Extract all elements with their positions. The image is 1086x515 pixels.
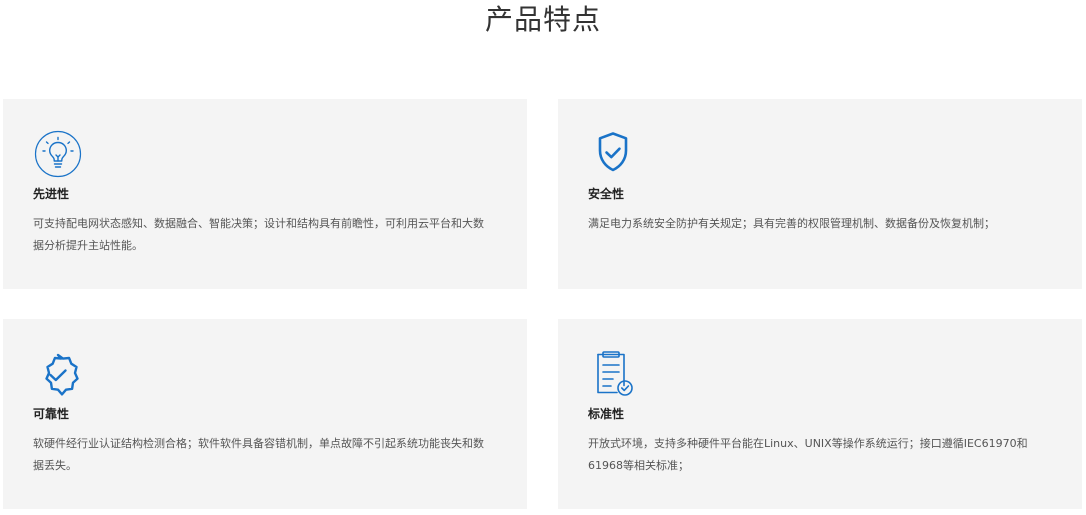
clipboard-check-icon	[588, 349, 638, 399]
shield-check-icon	[588, 129, 638, 179]
page-title: 产品特点	[484, 3, 601, 36]
feature-description: 开放式环境，支持多种硬件平台能在Linux、UNIX等操作系统运行；接口遵循IE…	[588, 437, 1028, 472]
feature-title: 先进性	[33, 187, 70, 201]
feature-description: 软硬件经行业认证结构检测合格；软件软件具备容错机制，单点故障不引起系统功能丧失和…	[33, 437, 484, 472]
feature-card-reliability: 可靠性 软硬件经行业认证结构检测合格；软件软件具备容错机制，单点故障不引起系统功…	[3, 319, 527, 509]
badge-check-icon	[33, 349, 83, 399]
feature-title: 标准性	[588, 407, 625, 421]
feature-title: 安全性	[588, 187, 625, 201]
feature-card-advanced: 先进性 可支持配电网状态感知、数据融合、智能决策；设计和结构具有前瞻性，可利用云…	[3, 99, 527, 289]
feature-card-security: 安全性 满足电力系统安全防护有关规定；具有完善的权限管理机制、数据备份及恢复机制…	[558, 99, 1082, 289]
feature-description: 满足电力系统安全防护有关规定；具有完善的权限管理机制、数据备份及恢复机制；	[588, 217, 995, 230]
feature-card-standard: 标准性 开放式环境，支持多种硬件平台能在Linux、UNIX等操作系统运行；接口…	[558, 319, 1082, 509]
feature-title: 可靠性	[33, 407, 70, 421]
feature-description: 可支持配电网状态感知、数据融合、智能决策；设计和结构具有前瞻性，可利用云平台和大…	[33, 217, 484, 252]
lightbulb-icon	[33, 129, 83, 179]
